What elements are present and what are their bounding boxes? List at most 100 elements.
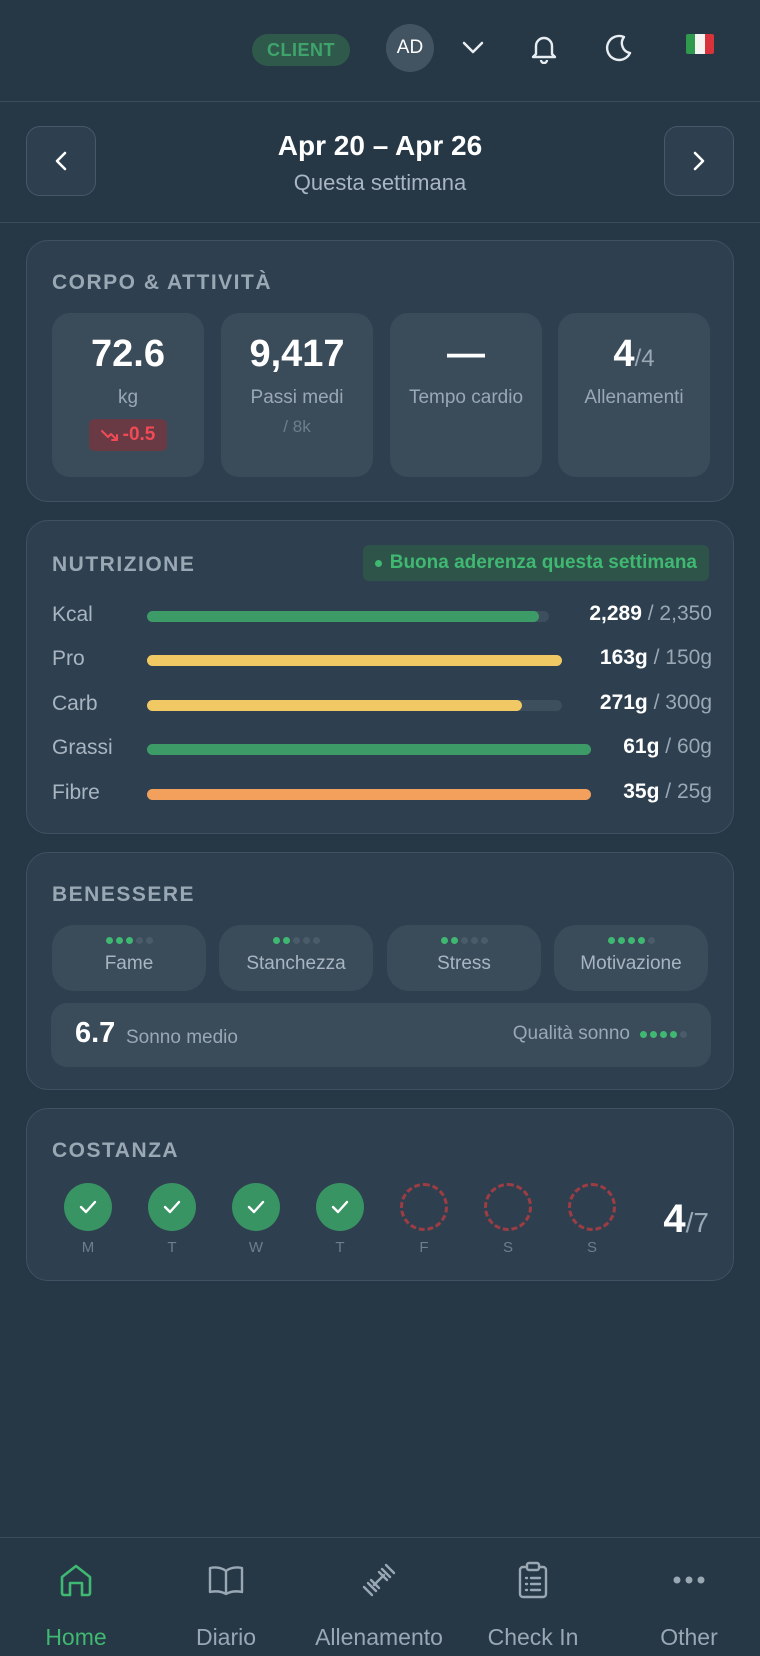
day-label: S: [586, 1239, 597, 1256]
consistency-day: S: [484, 1183, 532, 1256]
rating-dot: [115, 937, 123, 944]
avatar[interactable]: AD: [386, 24, 434, 72]
progress-bar: [147, 611, 549, 622]
day-label: W: [248, 1239, 264, 1256]
steps-target: / 8k: [283, 417, 311, 436]
dumbbell-icon: [357, 1558, 401, 1602]
day-label: T: [335, 1239, 345, 1256]
rating-dot: [640, 1030, 647, 1038]
moon-icon[interactable]: [597, 26, 641, 70]
costanza-card: COSTANZA M T W T F S S 4/7: [26, 1108, 734, 1281]
nutrition-row-kcal: Kcal 2,289 / 2,350: [52, 602, 712, 626]
chevron-down-icon[interactable]: [451, 26, 495, 70]
consistency-day: T: [148, 1183, 196, 1256]
rating-dot: [312, 937, 320, 944]
day-label: F: [419, 1239, 429, 1256]
rating-dot: [670, 1030, 677, 1038]
progress-bar: [147, 700, 562, 711]
consistency-day: F: [400, 1183, 448, 1256]
weight-value: 72.6: [91, 333, 165, 375]
rating-dot: [135, 937, 143, 944]
progress-bar: [147, 744, 591, 755]
rating-dot: [460, 937, 468, 944]
check-circle-icon: [316, 1183, 364, 1231]
consistency-day: M: [64, 1183, 112, 1256]
sleep-quality: Qualità sonno: [513, 1023, 687, 1045]
consistency-day: W: [232, 1183, 280, 1256]
rating-dot: [450, 937, 458, 944]
rating-dot: [292, 937, 300, 944]
steps-value: 9,417: [249, 333, 345, 375]
more-icon: [667, 1558, 711, 1602]
adherence-badge: Buona aderenza questa settimana: [362, 545, 709, 581]
steps-stat[interactable]: 9,417 Passi medi / 8k: [221, 313, 373, 477]
progress-bar: [147, 789, 591, 800]
day-label: T: [167, 1239, 177, 1256]
sleep-value: 6.7: [75, 1017, 116, 1049]
week-navigator: Apr 20 – Apr 26 Questa settimana: [0, 102, 760, 223]
nav-other[interactable]: Other: [613, 1538, 760, 1656]
home-icon: [54, 1558, 98, 1602]
rating-dot: [145, 937, 153, 944]
workouts-value: 4/4: [613, 333, 655, 375]
workouts-stat[interactable]: 4/4 Allenamenti: [558, 313, 710, 477]
sleep-summary[interactable]: 6.7 Sonno medio Qualità sonno: [51, 1003, 711, 1067]
italy-flag-icon[interactable]: [686, 34, 714, 54]
cardio-stat[interactable]: — Tempo cardio: [390, 313, 542, 477]
bell-icon[interactable]: [522, 26, 566, 70]
card-title: COSTANZA: [52, 1139, 180, 1162]
card-title: NUTRIZIONE: [52, 553, 196, 576]
missed-day-icon: [484, 1183, 532, 1231]
nav-diario[interactable]: Diario: [150, 1538, 302, 1656]
week-range: Apr 20 – Apr 26: [277, 130, 483, 161]
rating-dot: [647, 937, 655, 944]
check-circle-icon: [64, 1183, 112, 1231]
rating-dots: [640, 1030, 687, 1038]
wellbeing-stress[interactable]: Stress: [387, 925, 541, 991]
week-subtitle: Questa settimana: [293, 170, 467, 195]
consistency-day: S: [568, 1183, 616, 1256]
rating-dot: [125, 937, 133, 944]
book-icon: [204, 1558, 248, 1602]
rating-dot: [272, 937, 280, 944]
rating-dot: [660, 1030, 667, 1038]
nav-home[interactable]: Home: [0, 1538, 152, 1656]
consistency-day: T: [316, 1183, 364, 1256]
cardio-label: Tempo cardio: [408, 387, 524, 408]
missed-day-icon: [400, 1183, 448, 1231]
status-dot-icon: [374, 559, 382, 567]
next-week-button[interactable]: [664, 126, 734, 196]
consistency-total: 4/7: [663, 1197, 709, 1241]
wellbeing-motivazione[interactable]: Motivazione: [554, 925, 708, 991]
progress-bar: [147, 655, 562, 666]
nutrition-row-fibre: Fibre 35g / 25g: [52, 780, 712, 804]
nav-check-in[interactable]: Check In: [457, 1538, 609, 1656]
wellbeing-stanchezza[interactable]: Stanchezza: [219, 925, 373, 991]
card-title: BENESSERE: [52, 883, 196, 906]
card-title: CORPO & ATTIVITÀ: [52, 271, 272, 294]
rating-dot: [440, 937, 448, 944]
trend-down-icon: [100, 430, 118, 441]
benessere-card: BENESSERE Fame Stanchezza Stress Motivaz…: [26, 852, 734, 1090]
chevron-right-icon: [693, 151, 705, 171]
check-circle-icon: [148, 1183, 196, 1231]
rating-dot: [650, 1030, 657, 1038]
weight-stat[interactable]: 72.6 kg -0.5: [52, 313, 204, 477]
cardio-value: —: [447, 333, 485, 375]
rating-dot: [105, 937, 113, 944]
nutrition-row-carb: Carb 271g / 300g: [52, 691, 712, 715]
nutrition-row-pro: Pro 163g / 150g: [52, 646, 712, 670]
rating-dot: [627, 937, 635, 944]
sleep-label: Sonno medio: [126, 1027, 238, 1048]
rating-dot: [607, 937, 615, 944]
wellbeing-fame[interactable]: Fame: [52, 925, 206, 991]
top-bar: CLIENT AD: [0, 0, 760, 102]
nutrition-row-grassi: Grassi 61g / 60g: [52, 735, 712, 759]
clipboard-icon: [511, 1558, 555, 1602]
nav-allenamento[interactable]: Allenamento: [303, 1538, 455, 1656]
missed-day-icon: [568, 1183, 616, 1231]
rating-dot: [302, 937, 310, 944]
workouts-label: Allenamenti: [584, 387, 684, 408]
weight-unit: kg: [117, 387, 139, 408]
day-label: M: [81, 1239, 95, 1256]
